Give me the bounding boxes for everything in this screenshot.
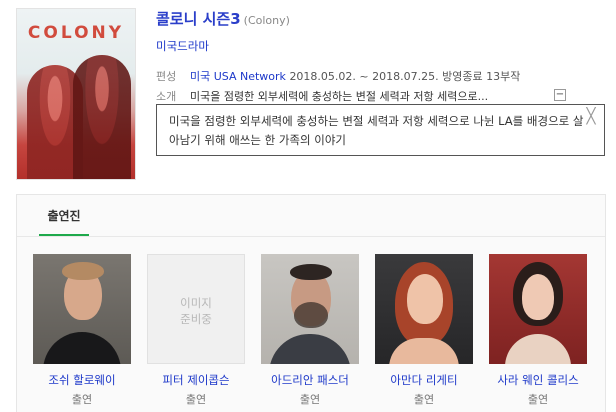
broadcast-detail: 2018.05.02. ~ 2018.07.25. 방영종료 13부작 xyxy=(289,70,521,83)
cast-role: 출연 xyxy=(299,393,321,406)
cast-panel: 출연진 조쉬 할로웨이 출연 이미지 준비중 피터 제이콥슨 출연 아드리안 패스… xyxy=(16,194,606,412)
network-link[interactable]: 미국 USA Network xyxy=(190,70,286,83)
cast-name[interactable]: 사라 웨인 콜리스 xyxy=(489,372,587,388)
no-image-text: 이미지 준비중 xyxy=(180,296,212,326)
intro-summary: 미국을 점령한 외부세력에 충성하는 변절 세력과 저항 세력으로... xyxy=(190,90,489,103)
title-row: 콜로니 시즌3 (Colony) xyxy=(156,8,290,29)
show-title-link[interactable]: 콜로니 시즌3 xyxy=(156,10,241,28)
cast-card[interactable]: 이미지 준비중 피터 제이콥슨 출연 xyxy=(147,254,245,407)
genre-link[interactable]: 미국드라마 xyxy=(156,38,209,54)
close-icon[interactable]: ╳ xyxy=(584,109,598,124)
cast-photo[interactable] xyxy=(489,254,587,364)
intro-label: 소개 xyxy=(156,90,177,103)
cast-role: 출연 xyxy=(527,393,549,406)
cast-name[interactable]: 피터 제이콥슨 xyxy=(147,372,245,388)
cast-photo[interactable] xyxy=(375,254,473,364)
cast-name[interactable]: 조쉬 할로웨이 xyxy=(33,372,131,388)
cast-name[interactable]: 아드리안 패스더 xyxy=(261,372,359,388)
cast-role: 출연 xyxy=(71,393,93,406)
broadcast-row: 편성 미국 USA Network 2018.05.02. ~ 2018.07.2… xyxy=(156,68,520,84)
cast-name[interactable]: 아만다 리게티 xyxy=(375,372,473,388)
cast-photo[interactable] xyxy=(33,254,131,364)
cast-role: 출연 xyxy=(413,393,435,406)
intro-tooltip-text: 미국을 점령한 외부세력에 충성하는 변절 세력과 저항 세력으로 나뉜 LA를… xyxy=(169,114,584,147)
cast-card[interactable]: 조쉬 할로웨이 출연 xyxy=(33,254,131,407)
tab-cast[interactable]: 출연진 xyxy=(39,207,89,236)
broadcast-label: 편성 xyxy=(156,70,177,83)
intro-row: 소개 미국을 점령한 외부세력에 충성하는 변절 세력과 저항 세력으로... xyxy=(156,88,488,104)
cast-card[interactable]: 아드리안 패스더 출연 xyxy=(261,254,359,407)
cast-photo-placeholder[interactable]: 이미지 준비중 xyxy=(147,254,245,364)
cast-card[interactable]: 사라 웨인 콜리스 출연 xyxy=(489,254,587,407)
tab-divider xyxy=(17,236,605,237)
cast-card[interactable]: 아만다 리게티 출연 xyxy=(375,254,473,407)
cast-photo[interactable] xyxy=(261,254,359,364)
intro-tooltip: 미국을 점령한 외부세력에 충성하는 변절 세력과 저항 세력으로 나뉜 LA를… xyxy=(156,104,605,156)
cast-role: 출연 xyxy=(185,393,207,406)
show-original-title: (Colony) xyxy=(243,14,290,27)
show-poster[interactable]: COLONY xyxy=(16,8,136,180)
poster-logo-text: COLONY xyxy=(27,23,125,43)
poster-figure-woman xyxy=(73,55,131,179)
collapse-toggle-button[interactable]: − xyxy=(554,89,566,101)
